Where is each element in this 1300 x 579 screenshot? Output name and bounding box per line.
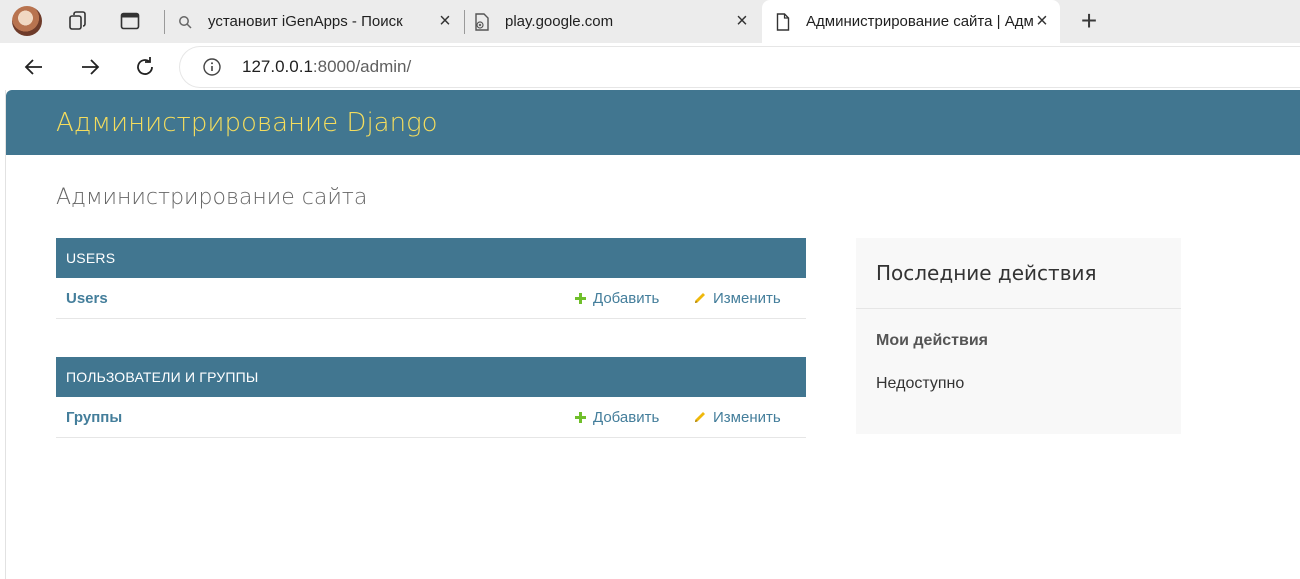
model-link-users[interactable]: Users	[66, 290, 108, 307]
tab-search[interactable]: установит iGenApps - Поиск ×	[168, 0, 463, 43]
page-icon	[774, 12, 792, 31]
add-link-label: Добавить	[593, 408, 660, 426]
admin-page: Администрирование Django Администрирован…	[5, 90, 1300, 579]
forward-button[interactable]	[76, 53, 104, 81]
browser-toolbar: 127.0.0.1:8000/admin/	[0, 43, 1300, 90]
no-actions-text: Недоступно	[876, 375, 965, 392]
url-text: 127.0.0.1:8000/admin/	[242, 57, 411, 77]
refresh-icon	[137, 57, 153, 75]
profile-avatar[interactable]	[12, 6, 42, 36]
plus-icon	[573, 410, 587, 424]
search-icon	[176, 13, 194, 31]
close-icon[interactable]: ×	[732, 11, 752, 31]
page-title: Администрирование сайта	[56, 185, 368, 210]
app-module-auth: ПОЛЬЗОВАТЕЛИ И ГРУППЫ Группы Добавить Из…	[56, 357, 806, 438]
address-bar[interactable]: 127.0.0.1:8000/admin/	[180, 47, 1300, 87]
module-caption[interactable]: ПОЛЬЗОВАТЕЛИ И ГРУППЫ	[56, 357, 806, 397]
close-icon[interactable]: ×	[435, 11, 455, 31]
arrow-left-icon	[24, 59, 42, 75]
add-link-label: Добавить	[593, 289, 660, 307]
model-row: Users Добавить Изменить	[56, 278, 806, 319]
tab-label: установит iGenApps - Поиск	[208, 13, 403, 30]
my-actions-heading: Мои действия	[876, 332, 989, 349]
model-link-groups[interactable]: Группы	[66, 409, 122, 426]
new-tab-button[interactable]: +	[1075, 7, 1103, 36]
change-link-label: Изменить	[713, 408, 781, 426]
url-host: 127.0.0.1	[242, 57, 313, 76]
add-link[interactable]: Добавить	[573, 290, 659, 307]
admin-header: Администрирование Django	[6, 90, 1300, 155]
refresh-button[interactable]	[131, 53, 159, 81]
arrow-right-icon	[82, 59, 100, 75]
change-link[interactable]: Изменить	[693, 290, 781, 307]
url-path: :8000/admin/	[312, 57, 412, 76]
close-icon[interactable]: ×	[1032, 11, 1052, 31]
change-link[interactable]: Изменить	[693, 409, 781, 426]
site-branding[interactable]: Администрирование Django	[56, 108, 438, 138]
plus-icon	[573, 291, 587, 305]
pencil-icon	[693, 410, 707, 424]
change-link-label: Изменить	[713, 289, 781, 307]
app-module-users: USERS Users Добавить Изменить	[56, 238, 806, 319]
model-row: Группы Добавить Изменить	[56, 397, 806, 438]
add-link[interactable]: Добавить	[573, 409, 659, 426]
tab-label: play.google.com	[505, 13, 614, 30]
browser-tab-bar: установит iGenApps - Поиск × play.google…	[0, 0, 1300, 43]
back-button[interactable]	[20, 53, 48, 81]
tab-play-google[interactable]: play.google.com ×	[465, 0, 760, 43]
tab-divider	[164, 10, 165, 34]
workspaces-icon[interactable]	[66, 9, 90, 33]
info-icon[interactable]	[202, 57, 222, 77]
recent-actions-title: Последние действия	[856, 238, 1181, 309]
recent-actions-panel: Последние действия Мои действия Недоступ…	[856, 238, 1181, 434]
module-caption[interactable]: USERS	[56, 238, 806, 278]
vertical-tabs-icon[interactable]	[118, 9, 142, 33]
broken-page-icon	[473, 12, 491, 31]
tab-label: Администрирование сайта | Адм	[806, 13, 1034, 30]
tab-admin[interactable]: Администрирование сайта | Адм ×	[762, 0, 1060, 43]
pencil-icon	[693, 291, 707, 305]
